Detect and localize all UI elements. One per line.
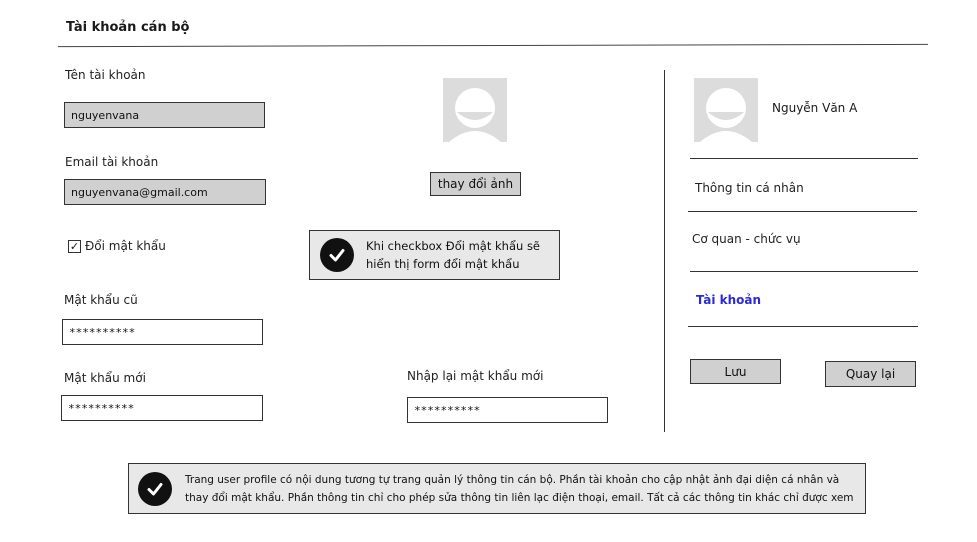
confirm-password-field[interactable]: **********: [407, 397, 608, 423]
old-password-field[interactable]: **********: [62, 319, 263, 345]
page-note: Trang user profile có nội dung tương tự …: [128, 463, 866, 514]
sidebar-divider-2: [688, 211, 917, 212]
new-password-field[interactable]: **********: [61, 395, 263, 421]
check-circle-icon: [320, 238, 354, 272]
sidebar-avatar: [694, 78, 758, 142]
confirm-password-label: Nhập lại mật khẩu mới: [407, 369, 544, 383]
username-field[interactable]: nguyenvana: [64, 102, 265, 128]
sidebar-divider: [664, 70, 665, 432]
back-button[interactable]: Quay lại: [825, 361, 916, 387]
username-label: Tên tài khoản: [65, 68, 146, 82]
sidebar-divider-3: [690, 271, 918, 272]
email-field[interactable]: nguyenvana@gmail.com: [64, 179, 266, 205]
sidebar-item-account[interactable]: Tài khoản: [696, 293, 761, 307]
save-button[interactable]: Lưu: [690, 359, 781, 384]
user-silhouette-icon: [443, 78, 507, 142]
checkbox-note: Khi checkbox Đổi mật khẩu sẽ hiển thị fo…: [309, 230, 560, 280]
sidebar-item-personal-info[interactable]: Thông tin cá nhân: [695, 181, 804, 195]
check-circle-icon: [138, 471, 172, 506]
change-password-checkbox[interactable]: ✓: [68, 239, 81, 253]
checkbox-note-text: Khi checkbox Đổi mật khẩu sẽ hiển thị fo…: [366, 239, 541, 271]
sidebar-divider-1: [690, 158, 918, 159]
sidebar-item-organization[interactable]: Cơ quan - chức vụ: [692, 232, 801, 246]
avatar: [443, 78, 507, 142]
change-password-label: Đổi mật khẩu: [85, 239, 166, 253]
change-photo-button[interactable]: thay đổi ảnh: [430, 172, 521, 196]
user-silhouette-icon: [694, 78, 758, 142]
new-password-label: Mật khẩu mới: [64, 371, 146, 385]
page-note-text: Trang user profile có nội dung tương tự …: [185, 473, 854, 504]
change-password-toggle[interactable]: ✓ Đổi mật khẩu: [68, 239, 166, 253]
sidebar-user-name: Nguyễn Văn A: [772, 101, 858, 115]
old-password-label: Mật khẩu cũ: [64, 293, 138, 307]
title-divider: [58, 43, 928, 48]
sidebar-divider-4: [688, 326, 918, 327]
email-label: Email tài khoản: [65, 155, 159, 169]
page-title: Tài khoản cán bộ: [66, 20, 190, 35]
